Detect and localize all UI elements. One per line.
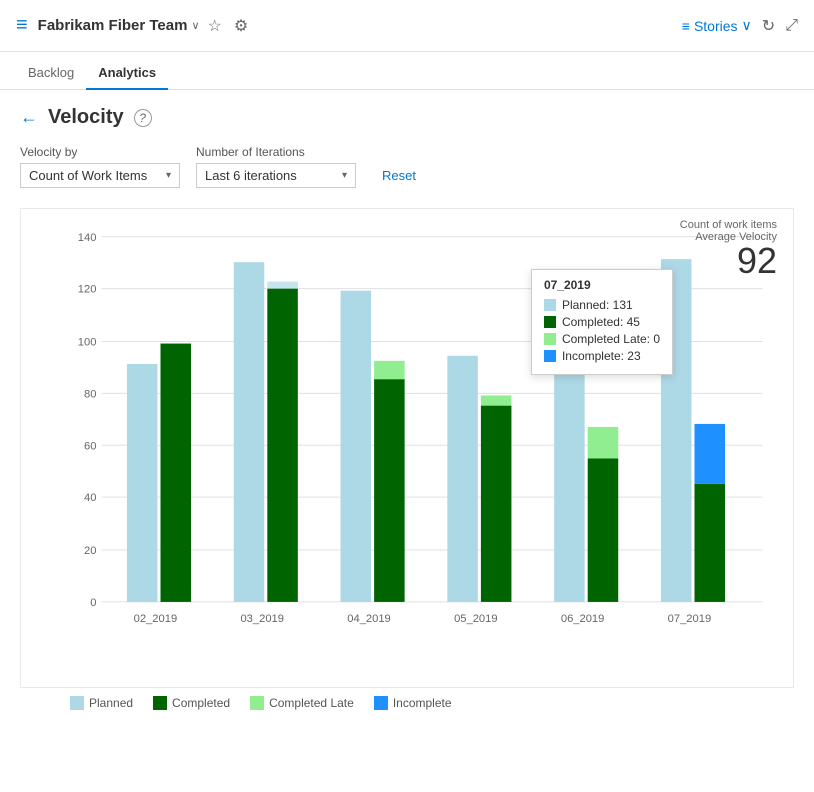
stories-label: Stories	[694, 18, 738, 34]
tooltip-completed-late: Completed Late: 0	[544, 332, 660, 346]
refresh-icon[interactable]: ↻	[762, 16, 775, 36]
bar-06-planned[interactable]	[554, 364, 585, 602]
help-icon[interactable]: ?	[134, 109, 152, 127]
team-chevron-icon[interactable]: ∨	[191, 19, 199, 32]
filters: Velocity by Count of Work Items ▾ Number…	[20, 145, 794, 188]
header: ≡ Fabrikam Fiber Team ∨ ☆ ⚙ ≡ Stories ∨ …	[0, 0, 814, 52]
legend-planned-label: Planned	[89, 696, 133, 710]
velocity-by-label: Velocity by	[20, 145, 180, 159]
bar-04-planned[interactable]	[341, 291, 372, 602]
tab-analytics[interactable]: Analytics	[86, 57, 168, 90]
bar-02-planned[interactable]	[127, 364, 158, 602]
nav-tabs: Backlog Analytics	[0, 52, 814, 90]
legend-incomplete-label: Incomplete	[393, 696, 452, 710]
velocity-by-filter: Velocity by Count of Work Items ▾	[20, 145, 180, 188]
svg-text:07_2019: 07_2019	[668, 613, 712, 625]
expand-icon[interactable]: ⤢	[785, 17, 798, 35]
bar-07-incomplete[interactable]	[695, 424, 726, 484]
stories-button[interactable]: ≡ Stories ∨	[682, 17, 752, 34]
svg-text:140: 140	[78, 232, 97, 244]
page-title: Velocity	[48, 106, 124, 129]
iterations-value: Last 6 iterations	[205, 168, 297, 183]
favorite-icon[interactable]: ☆	[208, 16, 222, 36]
legend-planned-color	[70, 696, 84, 710]
iterations-select[interactable]: Last 6 iterations ▾	[196, 163, 356, 188]
legend-planned: Planned	[70, 696, 133, 710]
svg-text:0: 0	[90, 597, 96, 609]
iterations-filter: Number of Iterations Last 6 iterations ▾	[196, 145, 356, 188]
bar-04-completed[interactable]	[374, 379, 405, 602]
tooltip-planned-label: Planned: 131	[562, 298, 633, 312]
team-name: Fabrikam Fiber Team	[38, 17, 188, 34]
bar-03-completed[interactable]	[267, 289, 298, 602]
bar-05-planned[interactable]	[447, 356, 478, 602]
svg-text:100: 100	[78, 337, 97, 349]
svg-text:60: 60	[84, 440, 96, 452]
chart-summary: Count of work items Average Velocity 92	[680, 219, 777, 279]
tooltip-completed-label: Completed: 45	[562, 315, 640, 329]
header-right: ≡ Stories ∨ ↻ ⤢	[682, 16, 798, 36]
tab-backlog[interactable]: Backlog	[16, 57, 86, 90]
legend-completed: Completed	[153, 696, 230, 710]
svg-text:04_2019: 04_2019	[347, 613, 391, 625]
legend-completed-late: Completed Late	[250, 696, 354, 710]
bar-03-planned[interactable]	[234, 262, 265, 602]
header-action-icons: ☆ ⚙	[208, 16, 249, 36]
tooltip-incomplete: Incomplete: 23	[544, 349, 660, 363]
velocity-chart: 0 20 40 60 80 100 120 140 02_2019 03_201…	[71, 219, 783, 639]
tooltip-completed: Completed: 45	[544, 315, 660, 329]
stories-chevron-icon: ∨	[742, 17, 752, 34]
tooltip-planned: Planned: 131	[544, 298, 660, 312]
velocity-by-chevron-icon: ▾	[166, 170, 171, 181]
svg-text:06_2019: 06_2019	[561, 613, 605, 625]
svg-text:20: 20	[84, 545, 96, 557]
chart-container: Count of work items Average Velocity 92 …	[20, 208, 794, 688]
bar-02-completed[interactable]	[161, 344, 192, 602]
svg-text:80: 80	[84, 388, 96, 400]
members-icon[interactable]: ⚙	[234, 16, 248, 36]
legend-completed-late-label: Completed Late	[269, 696, 354, 710]
chart-tooltip: 07_2019 Planned: 131 Completed: 45 Compl…	[531, 269, 673, 375]
svg-text:05_2019: 05_2019	[454, 613, 497, 625]
legend-incomplete: Incomplete	[374, 696, 452, 710]
iterations-label: Number of Iterations	[196, 145, 356, 159]
legend-completed-label: Completed	[172, 696, 230, 710]
svg-text:03_2019: 03_2019	[240, 613, 283, 625]
tooltip-incomplete-color	[544, 350, 556, 362]
bar-06-completed-late[interactable]	[588, 427, 619, 459]
svg-text:02_2019: 02_2019	[134, 613, 178, 625]
bar-03-extra	[267, 282, 298, 289]
back-button[interactable]: ←	[20, 107, 38, 128]
tooltip-title: 07_2019	[544, 278, 660, 292]
velocity-by-select[interactable]: Count of Work Items ▾	[20, 163, 180, 188]
legend-completed-color	[153, 696, 167, 710]
legend-completed-late-color	[250, 696, 264, 710]
bar-07-completed[interactable]	[695, 484, 726, 602]
tooltip-completed-late-label: Completed Late: 0	[562, 332, 660, 346]
legend-incomplete-color	[374, 696, 388, 710]
app-icon: ≡	[16, 14, 28, 37]
stories-icon: ≡	[682, 18, 690, 34]
tooltip-completed-late-color	[544, 333, 556, 345]
svg-text:40: 40	[84, 492, 96, 504]
bar-05-completed-late[interactable]	[481, 395, 512, 405]
bar-06-completed[interactable]	[588, 458, 619, 601]
tooltip-planned-color	[544, 299, 556, 311]
reset-button[interactable]: Reset	[372, 163, 426, 188]
iterations-chevron-icon: ▾	[342, 170, 347, 181]
page-content: ← Velocity ? Velocity by Count of Work I…	[0, 90, 814, 726]
velocity-by-value: Count of Work Items	[29, 168, 147, 183]
svg-text:120: 120	[78, 284, 97, 296]
tooltip-completed-color	[544, 316, 556, 328]
chart-summary-value: 92	[680, 243, 777, 279]
page-header: ← Velocity ?	[20, 106, 794, 129]
bar-05-completed[interactable]	[481, 406, 512, 602]
tooltip-incomplete-label: Incomplete: 23	[562, 349, 641, 363]
chart-legend: Planned Completed Completed Late Incompl…	[20, 696, 794, 710]
chart-summary-label1: Count of work items	[680, 219, 777, 231]
bar-04-completed-late[interactable]	[374, 361, 405, 379]
